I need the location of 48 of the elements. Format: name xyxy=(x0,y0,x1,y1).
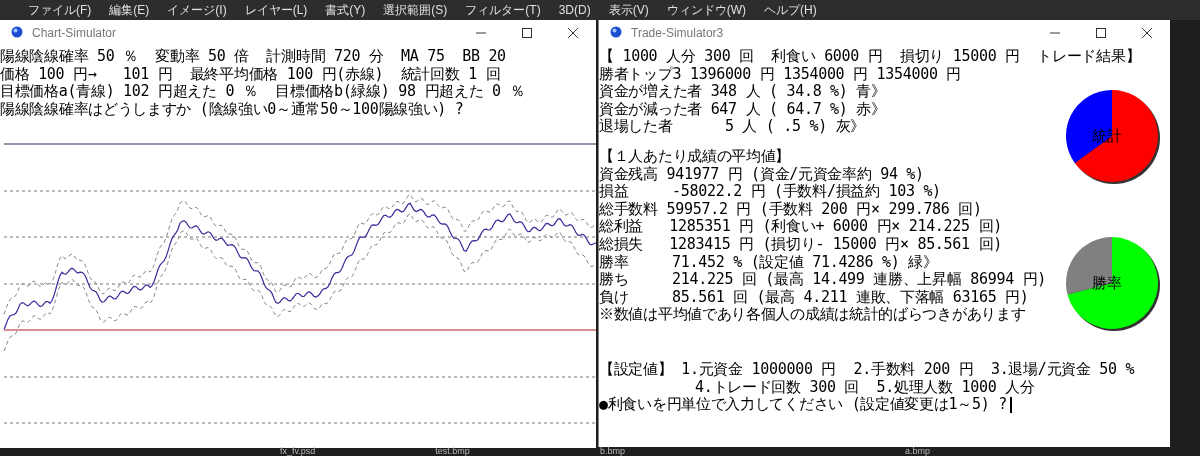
app-icon xyxy=(609,26,623,40)
console-line: 勝ち 214.225 回 (最高 14.499 連勝、上昇幅 86994 円) xyxy=(599,271,1047,289)
taskbar-item[interactable]: test.bmp xyxy=(435,447,470,456)
menu-item[interactable]: 選択範囲(S) xyxy=(381,1,450,19)
console-line: 【設定値】 1.元資金 1000000 円 2.手数料 200 円 3.退場/元資金 50 % xyxy=(599,360,1135,379)
console-line: 【 1000 人分 300 回 利食い 6000 円 損切り 15000 円 トレード結果】 xyxy=(599,48,1141,66)
pie-label: 勝率 xyxy=(1092,274,1122,292)
console-line: 損益 -58022.2 円 (手数料/損益約 103 %) xyxy=(599,183,941,201)
console-line: 負け 85.561 回 (最高 4.211 連敗、下落幅 63165 円) xyxy=(599,288,1029,306)
console-line: 資金が減った者 647 人 ( 64.7 %) 赤》 xyxy=(599,100,886,118)
menu-item[interactable]: イメージ(I) xyxy=(165,1,229,19)
close-icon[interactable] xyxy=(1142,28,1152,38)
menu-item[interactable]: ウィンドウ(W) xyxy=(664,1,748,19)
pie-label: 統計 xyxy=(1092,127,1122,145)
menu-item[interactable]: ファイル(F) xyxy=(26,1,94,19)
console-line: 目標価格a(青線) 102 円超えた 0 ％ 目標価格b(緑線) 98 円超えた 0 ％ xyxy=(0,83,525,101)
console-line: 勝率 71.452 % (設定値 71.4286 %) 緑》 xyxy=(599,253,938,271)
console-line: 価格 100 円→ 101 円 最終平均価格 100 円(赤線) 統計回数 1 回 xyxy=(0,65,501,83)
text-cursor xyxy=(1009,396,1012,413)
input-prompt: ●利食いを円単位で入力してください (設定値変更は1～5) ? xyxy=(599,396,1007,414)
window-title: Chart-Simulator xyxy=(32,25,118,42)
close-icon[interactable] xyxy=(568,28,578,38)
console-line: 総損失 1283415 円 (損切り- 15000 円× 85.561 回) xyxy=(599,235,1002,254)
console-line: 資金が増えた者 348 人 ( 34.8 %) 青》 xyxy=(599,83,886,101)
taskbar-item[interactable]: a.bmp xyxy=(904,447,930,456)
console-line: 勝者トップ3 1396000 円 1354000 円 1354000 円 xyxy=(599,65,962,83)
console-line: 総手数料 59957.2 円 (手数料 200 円× 299.786 回) xyxy=(599,200,982,218)
console-line: ※数値は平均値であり各個人の成績は統計的ばらつきがあります xyxy=(599,306,1026,324)
console-line: 資金残高 941977 円 (資金/元資金率約 94 %) xyxy=(599,165,924,183)
console-line: 4.トレード回数 300 回 5.処理人数 1000 人分 xyxy=(694,378,1035,396)
menu-item[interactable]: ヘルプ(H) xyxy=(762,1,819,19)
app-icon xyxy=(10,26,24,40)
menu-item[interactable]: 編集(E) xyxy=(107,1,152,19)
maximize-icon[interactable] xyxy=(1096,28,1106,38)
menu-item[interactable]: 書式(Y) xyxy=(323,1,368,19)
window-title: Trade-Simulator3 xyxy=(631,25,725,42)
menu-item[interactable]: 3D(D) xyxy=(556,1,593,19)
console-line: 【１人あたり成績の平均値】 xyxy=(599,147,791,166)
taskbar-item[interactable]: b.bmp xyxy=(599,447,625,456)
console-line: 陽線陰線確率はどうしますか (陰線強い0～通常50～100陽線強い) ? xyxy=(0,100,464,119)
console-line: 退場した者 5 人 ( .5 %) 灰》 xyxy=(599,118,866,136)
menu-item[interactable]: フィルター(T) xyxy=(463,1,543,19)
console-line: 総利益 1285351 円 (利食い+ 6000 円× 214.225 回) xyxy=(599,218,1002,236)
console-line: 陽線陰線確率 50 ％ 変動率 50 倍 計測時間 720 分 MA 75 BB 20 xyxy=(0,48,506,66)
menu-item[interactable]: 表示(V) xyxy=(606,1,651,19)
maximize-icon[interactable] xyxy=(522,28,532,38)
menu-item[interactable]: レイヤー(L) xyxy=(242,1,310,19)
taskbar-item[interactable]: fx_fv.psd xyxy=(280,447,316,456)
